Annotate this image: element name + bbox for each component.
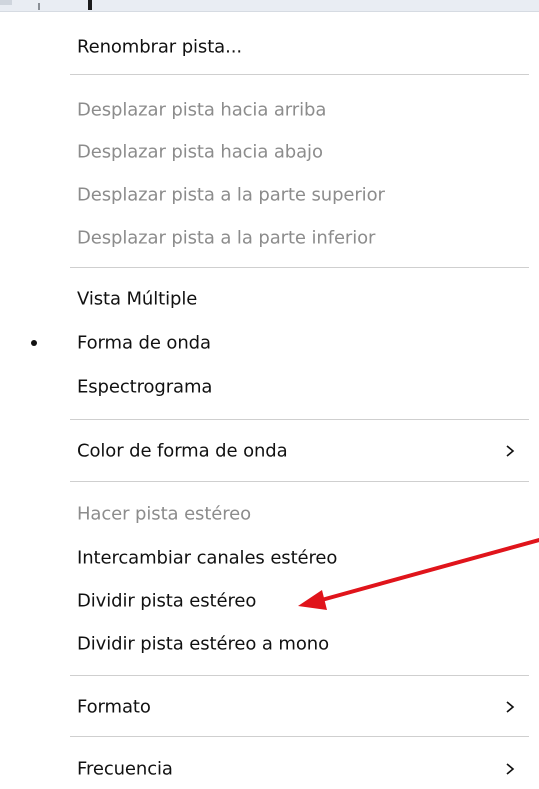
chevron-right-icon	[506, 445, 515, 457]
menu-item-label: Intercambiar canales estéreo	[77, 547, 338, 569]
menu-item-move-track-to-bottom[interactable]: Desplazar pista a la parte inferior	[0, 218, 539, 258]
menu-item-label: Dividir pista estéreo	[77, 590, 257, 612]
menu-item-label: Hacer pista estéreo	[77, 503, 252, 525]
menu-item-swap-stereo-channels[interactable]: Intercambiar canales estéreo	[0, 538, 539, 578]
menu-item-label: Vista Múltiple	[77, 288, 198, 310]
menu-item-multi-view[interactable]: Vista Múltiple	[0, 279, 539, 319]
menu-item-label: Desplazar pista a la parte superior	[77, 184, 385, 206]
menu-item-move-track-up[interactable]: Desplazar pista hacia arriba	[0, 90, 539, 130]
bullet-dot-icon	[31, 340, 37, 346]
menu-item-label: Color de forma de onda	[77, 440, 288, 462]
menu-separator	[70, 481, 529, 482]
menu-item-move-track-to-top[interactable]: Desplazar pista a la parte superior	[0, 175, 539, 215]
menu-item-label: Desplazar pista hacia arriba	[77, 99, 327, 121]
window-top-strip	[0, 0, 539, 12]
toolbar-fragment	[0, 0, 12, 5]
menu-item-label: Forma de onda	[77, 332, 211, 354]
menu-separator	[70, 675, 529, 676]
menu-item-rate[interactable]: Frecuencia	[0, 749, 539, 789]
chevron-right-icon	[506, 763, 515, 775]
menu-item-label: Dividir pista estéreo a mono	[77, 633, 329, 655]
menu-item-spectrogram[interactable]: Espectrograma	[0, 367, 539, 407]
menu-item-make-stereo-track[interactable]: Hacer pista estéreo	[0, 494, 539, 534]
menu-item-waveform-color[interactable]: Color de forma de onda	[0, 431, 539, 471]
menu-separator	[70, 419, 529, 420]
menu-item-label: Desplazar pista hacia abajo	[77, 141, 323, 163]
track-context-menu: Renombrar pista... Desplazar pista hacia…	[0, 12, 539, 789]
menu-item-rename-track[interactable]: Renombrar pista...	[0, 27, 539, 67]
cursor-line	[88, 0, 92, 10]
menu-item-label: Espectrograma	[77, 376, 213, 398]
menu-item-split-stereo-track[interactable]: Dividir pista estéreo	[0, 581, 539, 621]
toolbar-fragment	[38, 3, 40, 10]
menu-separator	[70, 267, 529, 268]
menu-item-label: Formato	[77, 696, 151, 718]
menu-separator	[70, 74, 529, 75]
menu-item-waveform[interactable]: Forma de onda	[0, 323, 539, 363]
menu-separator	[70, 736, 529, 737]
menu-item-label: Renombrar pista...	[77, 36, 242, 58]
menu-item-move-track-down[interactable]: Desplazar pista hacia abajo	[0, 132, 539, 172]
menu-item-split-stereo-to-mono[interactable]: Dividir pista estéreo a mono	[0, 624, 539, 664]
menu-item-label: Frecuencia	[77, 758, 173, 780]
menu-item-label: Desplazar pista a la parte inferior	[77, 227, 376, 249]
menu-item-format[interactable]: Formato	[0, 687, 539, 727]
chevron-right-icon	[506, 701, 515, 713]
